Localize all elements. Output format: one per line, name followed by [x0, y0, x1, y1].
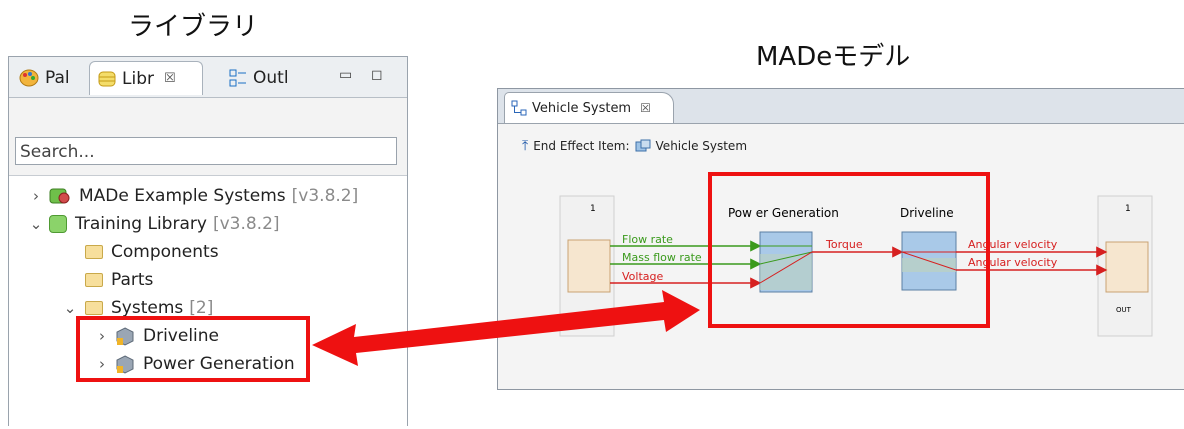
- tab-palette[interactable]: Pal: [11, 61, 83, 95]
- tree-item-training-library[interactable]: ⌄ Training Library [v3.8.2]: [27, 210, 280, 238]
- output-port-name: OUT: [1116, 306, 1132, 314]
- chevron-down-icon[interactable]: ⌄: [27, 215, 45, 233]
- tree-item-label: Training Library: [75, 214, 207, 234]
- chevron-down-icon[interactable]: ⌄: [61, 299, 79, 317]
- editor-tabbar: Vehicle System ☒: [498, 89, 1184, 124]
- tab-library-label: Libr: [122, 68, 154, 89]
- maximize-icon[interactable]: ◻: [371, 67, 383, 83]
- folder-icon: [85, 245, 103, 259]
- flow-label: Mass flow rate: [622, 251, 702, 264]
- output-port[interactable]: 1 OUT: [1097, 195, 1153, 337]
- minimize-icon[interactable]: ▭: [339, 67, 352, 83]
- version-label: [v3.8.2]: [291, 186, 359, 206]
- chevron-right-icon[interactable]: ›: [27, 187, 45, 205]
- count-label: [2]: [189, 298, 214, 318]
- tab-library[interactable]: Libr ☒: [89, 61, 203, 95]
- tree-item-made-example-systems[interactable]: › MADe Example Systems [v3.8.2]: [27, 182, 358, 210]
- library-icon: [49, 215, 67, 233]
- diagram-icon: [511, 100, 527, 116]
- tab-vehicle-system[interactable]: Vehicle System ☒: [504, 92, 674, 123]
- tab-outline[interactable]: Outl: [221, 61, 307, 95]
- output-port-number: 1: [1125, 204, 1131, 214]
- tree-item-parts[interactable]: Parts: [85, 266, 153, 294]
- model-caption: MADeモデル: [756, 42, 911, 72]
- flow-label: Flow rate: [622, 233, 673, 246]
- example-systems-icon: [49, 188, 70, 204]
- folder-icon: [85, 273, 103, 287]
- input-port[interactable]: 1: [559, 195, 615, 337]
- model-highlight-box: [708, 172, 990, 328]
- tab-palette-label: Pal: [45, 68, 70, 88]
- outline-icon: [229, 69, 246, 87]
- input-port-number: 1: [590, 204, 596, 214]
- tab-vehicle-system-label: Vehicle System: [532, 100, 632, 116]
- palette-icon: [19, 69, 39, 87]
- close-icon[interactable]: ☒: [164, 71, 176, 86]
- folder-icon: [85, 301, 103, 315]
- library-tabbar: Pal Libr ☒ Outl ▭ ◻: [9, 57, 407, 98]
- database-icon: [98, 71, 116, 86]
- close-icon[interactable]: ☒: [640, 101, 651, 115]
- library-tree: › MADe Example Systems [v3.8.2] ⌄ Traini…: [9, 175, 407, 426]
- search-input[interactable]: Search...: [15, 137, 397, 165]
- tree-item-label: MADe Example Systems: [79, 186, 286, 206]
- library-highlight-box: [76, 316, 310, 382]
- tree-item-label: Systems: [111, 298, 184, 318]
- library-caption: ライブラリ: [128, 12, 259, 42]
- tree-item-label: Parts: [111, 270, 154, 290]
- tab-outline-label: Outl: [253, 68, 289, 88]
- flow-label: Voltage: [622, 270, 663, 283]
- version-label: [v3.8.2]: [212, 214, 280, 234]
- tree-item-label: Components: [111, 242, 219, 262]
- tree-item-components[interactable]: Components: [85, 238, 219, 266]
